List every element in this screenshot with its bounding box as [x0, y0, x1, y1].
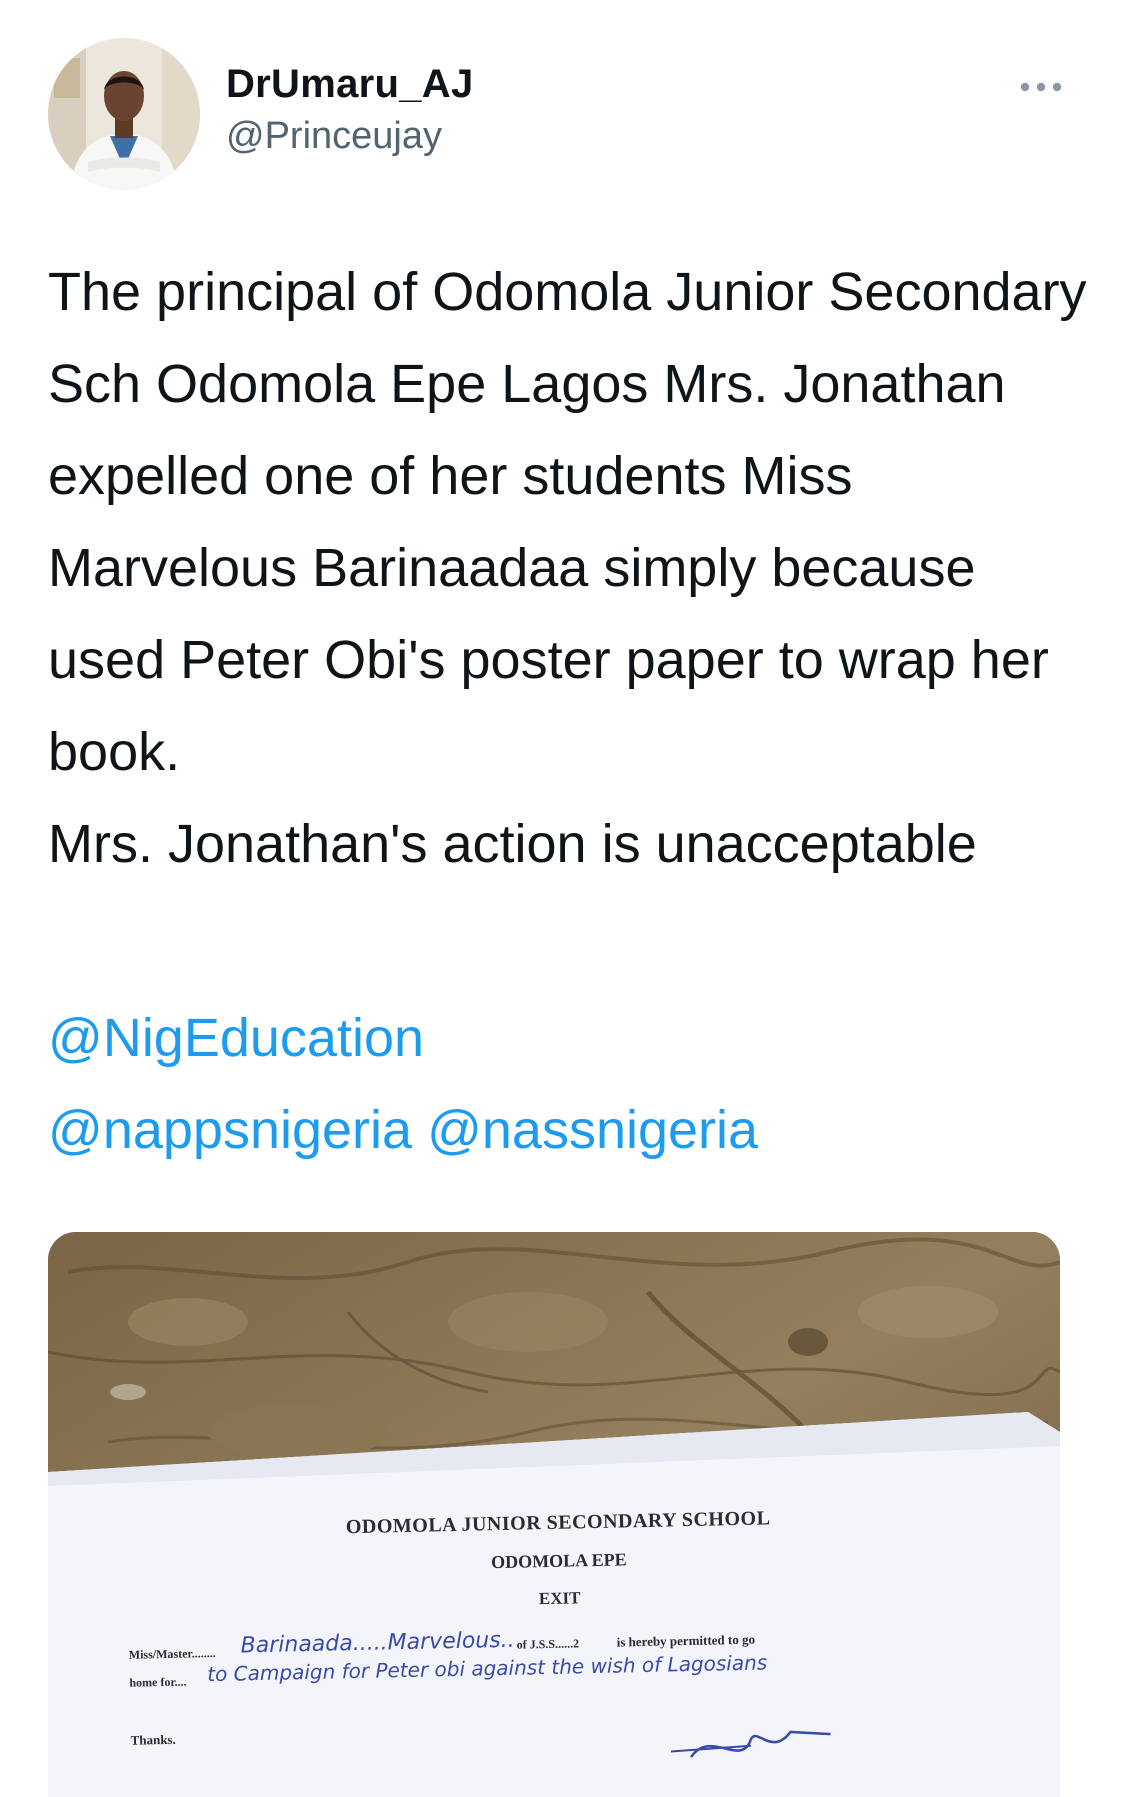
mention-nigeducation[interactable]: @NigEducation	[48, 1008, 424, 1068]
tweet: DrUmaru_AJ @Princeujay The principal of …	[0, 0, 1125, 1797]
author-names: DrUmaru_AJ @Princeujay	[226, 58, 474, 162]
line1-prefix: Miss/Master........	[129, 1646, 216, 1662]
school-location: ODOMOLA EPE	[491, 1549, 627, 1572]
author-handle[interactable]: @Princeujay	[226, 110, 474, 162]
mention-nappsnigeria[interactable]: @nappsnigeria	[48, 1100, 412, 1160]
tweet-text: The principal of Odomola Junior Secondar…	[48, 262, 1087, 874]
author-avatar[interactable]	[48, 38, 200, 190]
author-display-name[interactable]: DrUmaru_AJ	[226, 58, 474, 110]
line1-class: of J.S.S......2	[517, 1636, 580, 1651]
document-title: EXIT	[539, 1588, 582, 1608]
line1-suffix: is hereby permitted to go	[616, 1632, 755, 1650]
closing-text: Thanks.	[130, 1732, 175, 1748]
mention-nassnigeria[interactable]: @nassnigeria	[427, 1100, 758, 1160]
tweet-mentions: @NigEducation @nappsnigeria @nassnigeria	[48, 992, 758, 1176]
tweet-photo[interactable]: ODOMOLA JUNIOR SECONDARY SCHOOL ODOMOLA …	[48, 1232, 1060, 1797]
more-options-icon[interactable]	[1012, 62, 1070, 112]
line2-prefix: home for....	[129, 1675, 186, 1690]
